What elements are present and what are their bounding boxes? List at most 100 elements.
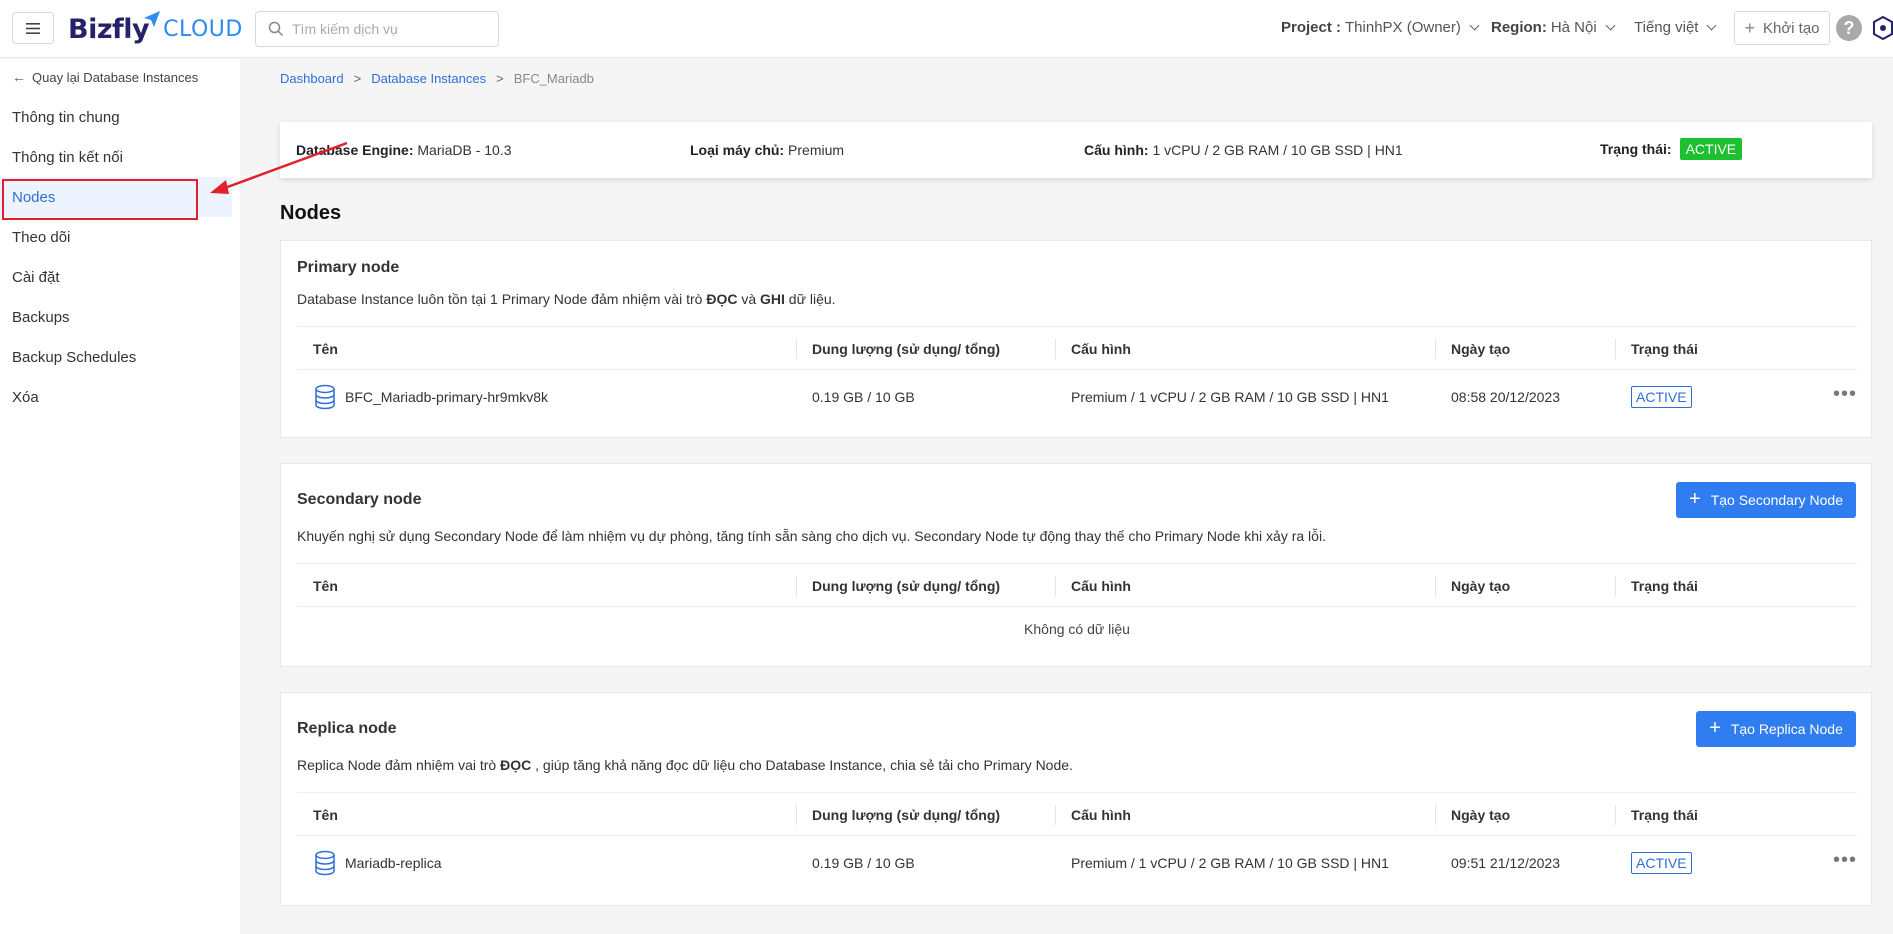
- empty-state: Không có dữ liệu: [1024, 621, 1130, 637]
- back-link[interactable]: ← Quay lại Database Instances: [12, 69, 198, 85]
- status-info: Trạng thái: ACTIVE: [1600, 138, 1743, 160]
- sidebar-item-label: Thông tin chung: [12, 108, 120, 126]
- breadcrumb-database-instances[interactable]: Database Instances: [371, 71, 486, 86]
- col-divider: [1435, 576, 1436, 596]
- plus-icon: +: [1744, 17, 1755, 38]
- primary-node-table: Tên Dung lượng (sử dụng/ tổng) Cấu hình …: [297, 326, 1857, 424]
- desc-text: , giúp tăng khả năng đọc dữ liệu cho Dat…: [531, 757, 1073, 773]
- node-config: Premium / 1 vCPU / 2 GB RAM / 10 GB SSD …: [1071, 389, 1389, 405]
- col-created: Ngày tạo: [1451, 807, 1511, 823]
- config-label: Cấu hình:: [1084, 142, 1149, 158]
- search-input[interactable]: [292, 21, 492, 37]
- back-label: Quay lại Database Instances: [32, 69, 199, 85]
- sidebar-item-general[interactable]: Thông tin chung: [0, 97, 232, 137]
- desc-bold: GHI: [760, 291, 785, 307]
- col-status: Trạng thái: [1631, 341, 1698, 357]
- more-actions-icon[interactable]: •••: [1833, 849, 1857, 872]
- instance-info-bar: Database Engine: MariaDB - 10.3 Loại máy…: [280, 122, 1872, 178]
- sidebar-item-delete[interactable]: Xóa: [0, 377, 232, 417]
- status-badge: ACTIVE: [1631, 852, 1692, 874]
- col-divider: [1615, 339, 1616, 359]
- sidebar-item-backup-schedules[interactable]: Backup Schedules: [0, 337, 232, 377]
- language-selector[interactable]: Tiếng việt: [1634, 19, 1717, 36]
- sidebar-item-label: Thông tin kết nối: [12, 148, 123, 166]
- hamburger-icon: [26, 22, 40, 34]
- sidebar-item-label: Xóa: [12, 388, 39, 406]
- project-label: Project :: [1281, 19, 1342, 36]
- col-created: Ngày tạo: [1451, 341, 1511, 357]
- sidebar-item-label: Theo dõi: [12, 228, 71, 246]
- chevron-down-icon: [1605, 20, 1616, 31]
- breadcrumb-separator: >: [353, 71, 362, 86]
- col-status: Trạng thái: [1631, 807, 1698, 823]
- col-config: Cấu hình: [1071, 578, 1131, 594]
- more-actions-icon[interactable]: •••: [1833, 383, 1857, 406]
- node-name[interactable]: BFC_Mariadb-primary-hr9mkv8k: [345, 389, 548, 405]
- col-divider: [796, 576, 797, 596]
- table-header: Tên Dung lượng (sử dụng/ tổng) Cấu hình …: [297, 563, 1857, 607]
- node-created: 09:51 21/12/2023: [1451, 855, 1560, 871]
- server-type-value: Premium: [788, 142, 845, 158]
- page-title: Nodes: [280, 202, 342, 224]
- replica-node-card: Replica node + Tạo Replica Node Replica …: [280, 692, 1872, 906]
- replica-node-table: Tên Dung lượng (sử dụng/ tổng) Cấu hình …: [297, 792, 1857, 890]
- button-label: Tạo Secondary Node: [1710, 492, 1843, 508]
- col-name: Tên: [313, 807, 338, 823]
- create-button[interactable]: + Khởi tạo: [1734, 11, 1830, 45]
- primary-node-description: Database Instance luôn tồn tại 1 Primary…: [297, 291, 836, 307]
- button-label: Tạo Replica Node: [1730, 721, 1843, 737]
- replica-node-title: Replica node: [297, 720, 397, 737]
- service-search[interactable]: [255, 11, 499, 47]
- desc-text: và: [737, 291, 761, 307]
- col-divider: [1055, 805, 1056, 825]
- plus-icon: +: [1709, 716, 1721, 739]
- col-divider: [1615, 805, 1616, 825]
- server-type-label: Loại máy chủ:: [690, 142, 785, 158]
- create-secondary-node-button[interactable]: + Tạo Secondary Node: [1676, 482, 1856, 518]
- col-config: Cấu hình: [1071, 341, 1131, 357]
- table-row[interactable]: Mariadb-replica 0.19 GB / 10 GB Premium …: [297, 836, 1857, 890]
- table-header: Tên Dung lượng (sử dụng/ tổng) Cấu hình …: [297, 326, 1857, 370]
- sidebar-item-settings[interactable]: Cài đặt: [0, 257, 232, 297]
- replica-node-description: Replica Node đảm nhiệm vai trò ĐỌC , giú…: [297, 757, 1073, 773]
- sidebar-item-monitoring[interactable]: Theo dõi: [0, 217, 232, 257]
- node-created: 08:58 20/12/2023: [1451, 389, 1560, 405]
- apps-icon[interactable]: [1872, 16, 1893, 40]
- desc-text: Database Instance luôn tồn tại 1 Primary…: [297, 291, 707, 307]
- col-divider: [1055, 339, 1056, 359]
- secondary-node-card: Secondary node + Tạo Secondary Node Khuy…: [280, 463, 1872, 667]
- desc-bold: ĐỌC: [706, 291, 738, 307]
- col-config: Cấu hình: [1071, 807, 1131, 823]
- col-storage: Dung lượng (sử dụng/ tổng): [812, 341, 1001, 357]
- sidebar-item-connection[interactable]: Thông tin kết nối: [0, 137, 232, 177]
- bizfly-logo[interactable]: Bizfly CLOUD: [68, 10, 243, 48]
- region-selector[interactable]: Region: Hà Nội: [1491, 19, 1616, 36]
- desc-bold: ĐỌC: [500, 757, 532, 773]
- col-name: Tên: [313, 341, 338, 357]
- sidebar-item-backups[interactable]: Backups: [0, 297, 232, 337]
- node-name[interactable]: Mariadb-replica: [345, 855, 441, 871]
- desc-text: dữ liệu.: [784, 291, 836, 307]
- help-icon[interactable]: ?: [1836, 15, 1862, 41]
- col-status: Trạng thái: [1631, 578, 1698, 594]
- top-bar: Bizfly CLOUD Project : ThinhPX (Owner) R…: [0, 0, 1893, 58]
- col-divider: [1615, 576, 1616, 596]
- project-selector[interactable]: Project : ThinhPX (Owner): [1281, 19, 1480, 36]
- col-divider: [1055, 576, 1056, 596]
- breadcrumb-dashboard[interactable]: Dashboard: [280, 71, 344, 86]
- primary-node-card: Primary node Database Instance luôn tồn …: [280, 240, 1872, 438]
- secondary-node-title: Secondary node: [297, 491, 422, 508]
- primary-node-title: Primary node: [297, 259, 400, 276]
- database-icon: [315, 384, 335, 410]
- config-info: Cấu hình: 1 vCPU / 2 GB RAM / 10 GB SSD …: [1084, 142, 1403, 158]
- engine-label: Database Engine:: [296, 142, 414, 158]
- engine-value: MariaDB - 10.3: [417, 142, 512, 158]
- paper-plane-icon: [144, 11, 161, 27]
- search-icon: [268, 21, 284, 37]
- chevron-down-icon: [1707, 20, 1717, 31]
- create-replica-node-button[interactable]: + Tạo Replica Node: [1696, 711, 1856, 747]
- col-storage: Dung lượng (sử dụng/ tổng): [812, 578, 1001, 594]
- menu-button[interactable]: [12, 12, 54, 44]
- table-row[interactable]: BFC_Mariadb-primary-hr9mkv8k 0.19 GB / 1…: [297, 370, 1857, 424]
- table-header: Tên Dung lượng (sử dụng/ tổng) Cấu hình …: [297, 792, 1857, 836]
